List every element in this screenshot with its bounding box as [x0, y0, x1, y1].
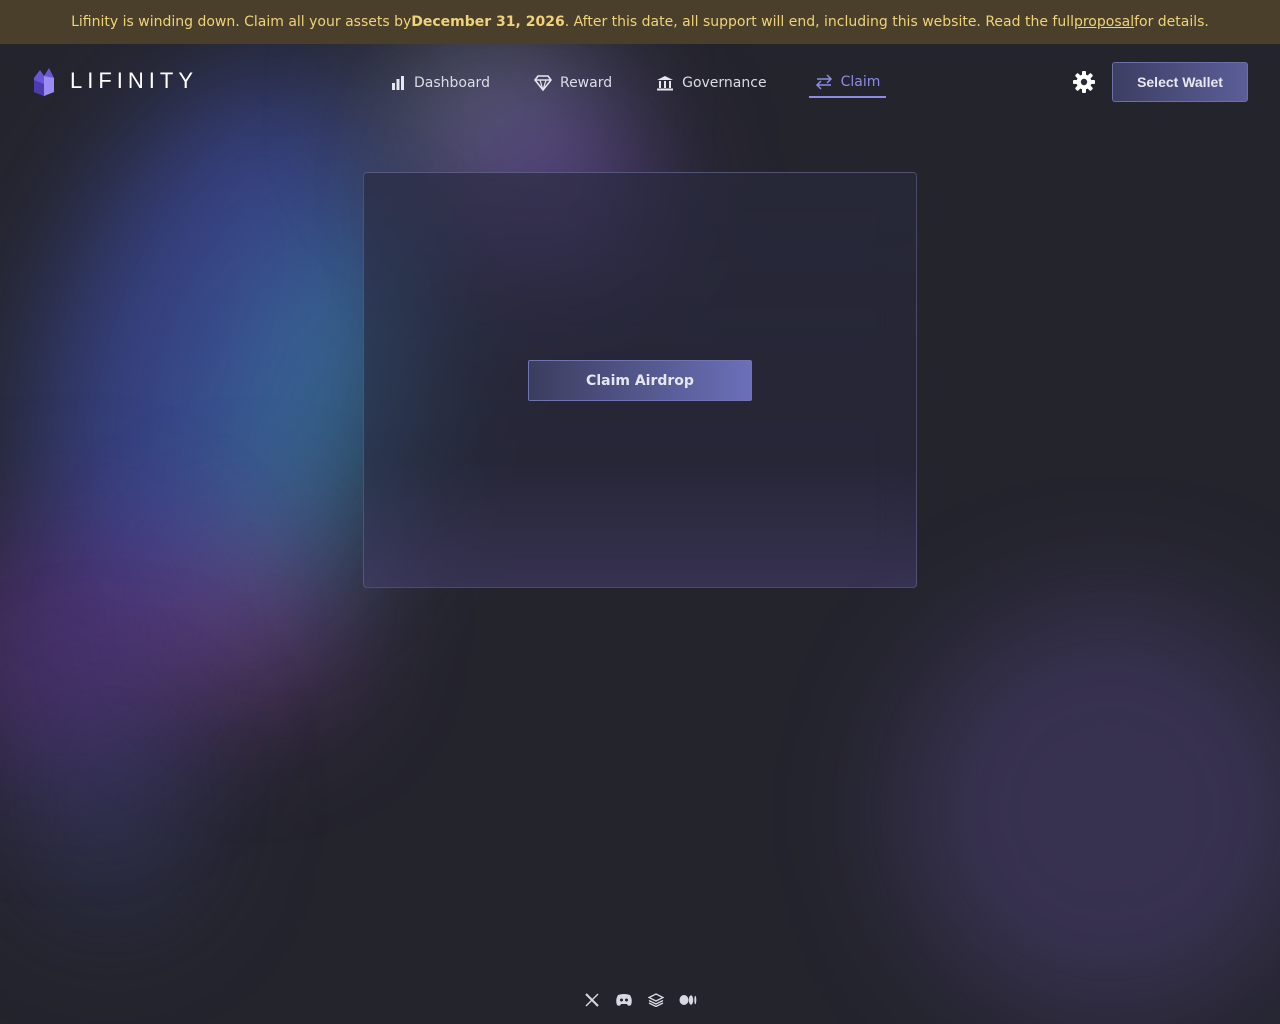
- top-header: LIFINITY Dashboard Reward Governance Cla…: [0, 44, 1280, 120]
- nav-reward[interactable]: Reward: [532, 68, 614, 98]
- banner-text-before: Lifinity is winding down. Claim all your…: [71, 14, 412, 30]
- gitbook-icon: [648, 993, 664, 1007]
- select-wallet-button[interactable]: Select Wallet: [1112, 62, 1248, 102]
- nav-claim[interactable]: Claim: [808, 68, 887, 98]
- wind-down-banner: Lifinity is winding down. Claim all your…: [0, 0, 1280, 44]
- gitbook-link[interactable]: [646, 991, 666, 1009]
- nav-reward-label: Reward: [559, 75, 613, 91]
- main-nav: Dashboard Reward Governance Claim: [388, 68, 926, 98]
- x-link[interactable]: [582, 991, 602, 1009]
- discord-link[interactable]: [614, 991, 634, 1009]
- swap-arrows-icon: [815, 74, 832, 90]
- claim-card: Claim Airdrop: [363, 172, 917, 588]
- nav-governance[interactable]: Governance: [654, 68, 768, 98]
- medium-icon: [679, 995, 697, 1005]
- nav-governance-label: Governance: [682, 75, 767, 91]
- nav-dashboard[interactable]: Dashboard: [388, 68, 492, 98]
- nav-claim-label: Claim: [840, 74, 881, 90]
- claim-airdrop-button[interactable]: Claim Airdrop: [528, 360, 752, 401]
- gear-icon[interactable]: [1072, 70, 1096, 94]
- logo-text: LIFINITY: [70, 68, 199, 93]
- lifinity-logo-icon: [34, 68, 54, 96]
- bar-chart-icon: [392, 76, 404, 90]
- banner-text-middle: . After this date, all support will end,…: [564, 14, 1074, 30]
- banner-date: December 31, 2026: [411, 14, 565, 30]
- discord-icon: [616, 994, 632, 1006]
- social-links: [582, 991, 710, 1009]
- nav-dashboard-label: Dashboard: [414, 75, 490, 91]
- diamond-icon: [533, 75, 552, 91]
- banner-text-after: for details.: [1134, 14, 1209, 30]
- medium-link[interactable]: [678, 991, 698, 1009]
- lifinity-logo[interactable]: LIFINITY: [32, 66, 198, 96]
- proposal-link[interactable]: proposal: [1074, 14, 1134, 30]
- bank-icon: [657, 76, 674, 91]
- x-icon: [585, 993, 599, 1007]
